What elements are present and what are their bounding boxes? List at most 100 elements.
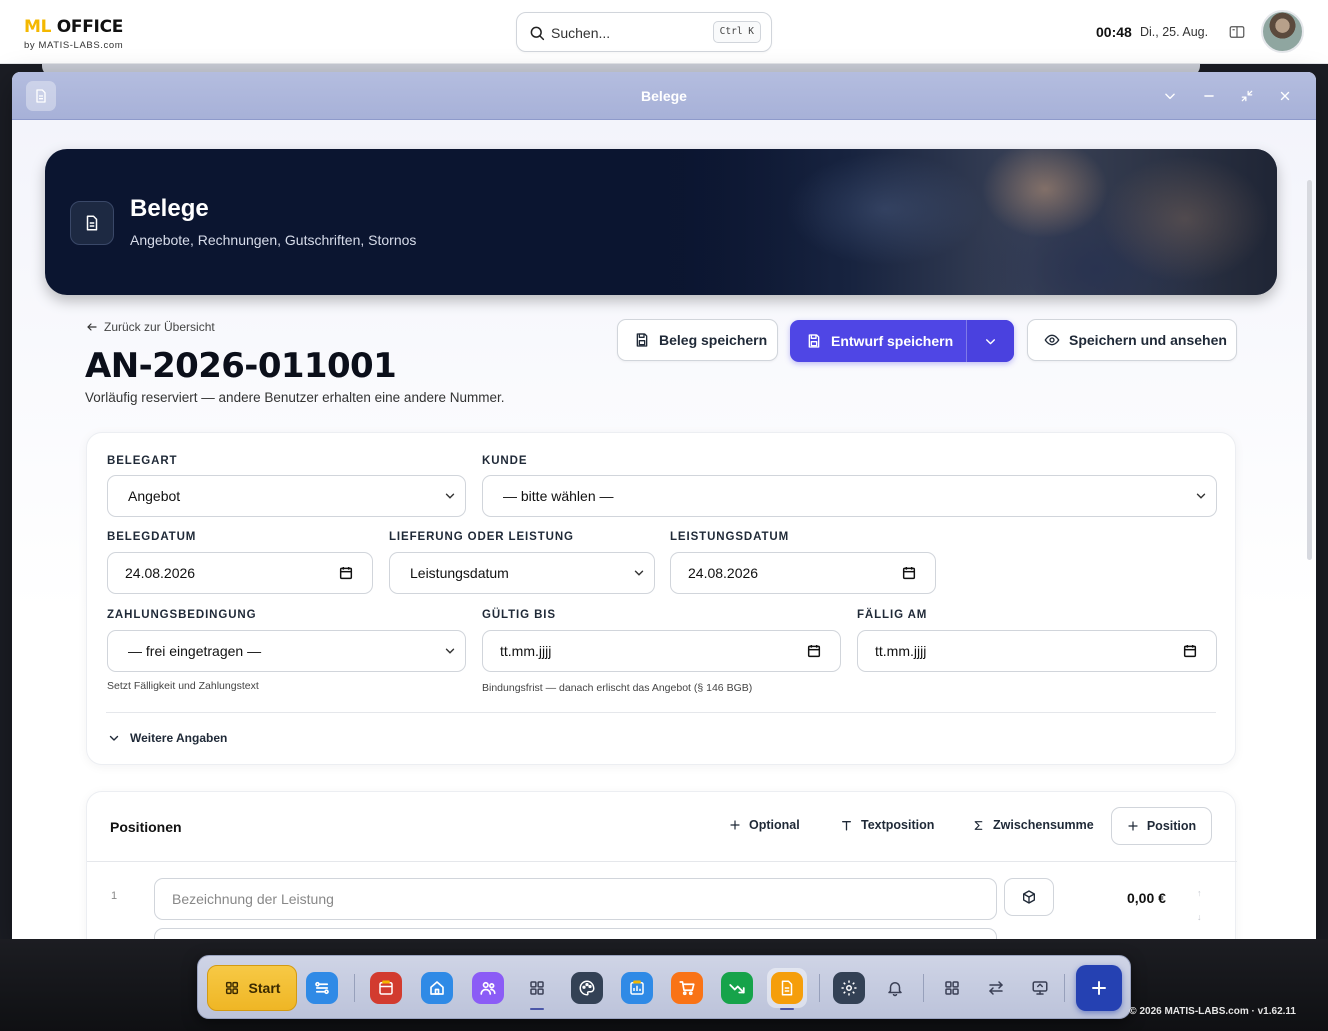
gueltig-hint: Bindungsfrist — danach erlischt das Ange… [482, 682, 753, 694]
belegart-label: BELEGART [107, 455, 178, 467]
document-icon [70, 201, 114, 245]
screen-share-icon[interactable] [1024, 972, 1056, 1004]
chevron-down-icon [634, 570, 644, 576]
kunde-label: KUNDE [482, 455, 528, 467]
more-details-label: Weitere Angaben [130, 731, 228, 745]
switch-icon[interactable] [980, 972, 1012, 1004]
save-draft-button-group: Entwurf speichern [790, 320, 1014, 362]
arrow-left-icon [87, 323, 97, 331]
book-icon[interactable] [1228, 23, 1246, 41]
widgets-icon[interactable] [936, 972, 968, 1004]
hero-banner: Belege Angebote, Rechnungen, Gutschrifte… [45, 149, 1277, 295]
gueltig-bis-input[interactable]: tt.mm.jjjj [482, 630, 841, 672]
plus-icon [730, 820, 740, 830]
belegdatum-input[interactable]: 24.08.2026 [107, 552, 373, 594]
bell-icon[interactable] [879, 972, 911, 1004]
search-icon [530, 26, 545, 41]
zahlungsbedingung-select[interactable]: — frei eingetragen — [107, 630, 466, 672]
contacts-app-icon[interactable] [472, 972, 504, 1004]
hero-title: Belege [130, 195, 209, 222]
position-amount: 0,00 € [1127, 890, 1166, 906]
logo-accent: ML [24, 17, 52, 37]
plus-icon [1128, 821, 1138, 831]
position-description-input[interactable] [154, 878, 997, 920]
back-link[interactable]: Zurück zur Übersicht [86, 320, 215, 334]
restore-icon[interactable] [1237, 86, 1257, 106]
lieferung-label: LIEFERUNG ODER LEISTUNG [389, 531, 574, 543]
more-details-toggle[interactable]: Weitere Angaben [108, 731, 227, 745]
faellig-am-input[interactable]: tt.mm.jjjj [857, 630, 1217, 672]
settings-icon[interactable] [833, 972, 865, 1004]
save-icon [808, 334, 820, 348]
chevron-down-icon [1196, 493, 1206, 499]
global-search[interactable]: Ctrl K [516, 12, 772, 52]
leistungsdatum-input[interactable]: 24.08.2026 [670, 552, 936, 594]
belegart-select[interactable]: Angebot [107, 475, 466, 517]
add-position-button[interactable]: Position [1111, 807, 1212, 845]
position-detail-input[interactable] [154, 928, 997, 939]
positions-card: Positionen Optional Textposition Zwische… [86, 791, 1237, 939]
add-subtotal-button[interactable]: Zwischensumme [972, 818, 1094, 832]
add-textposition-button[interactable]: Textposition [840, 818, 934, 832]
logo-text: OFFICE [51, 17, 124, 37]
quick-add-button[interactable] [1076, 965, 1122, 1011]
clock-time: 00:48 [1096, 24, 1132, 40]
calendar-icon[interactable] [806, 643, 822, 659]
save-button-label: Beleg speichern [659, 332, 768, 348]
user-avatar[interactable] [1261, 10, 1304, 53]
window-titlebar[interactable]: Belege [12, 72, 1316, 120]
calendar-icon[interactable] [338, 565, 354, 581]
chevron-down-icon [445, 493, 455, 499]
minimize-icon[interactable] [1199, 86, 1219, 106]
scrollbar[interactable] [1307, 180, 1312, 560]
logo-subtitle: by MATIS-LABS.com [24, 40, 124, 51]
chevron-down-icon[interactable] [1160, 86, 1180, 106]
start-button[interactable]: Start [207, 965, 297, 1011]
document-note: Vorläufig reserviert — andere Benutzer e… [85, 390, 505, 405]
search-shortcut: Ctrl K [712, 21, 761, 43]
finance-app-icon[interactable] [721, 972, 753, 1004]
clock-date: Di., 25. Aug. [1140, 25, 1209, 39]
position-number: 1 [111, 890, 118, 902]
back-link-label: Zurück zur Übersicht [104, 320, 215, 334]
calendar-icon[interactable] [901, 565, 917, 581]
start-label: Start [248, 980, 281, 996]
reorder-handle-icon[interactable]: ↑ ↓ [1197, 887, 1202, 923]
grid-icon [225, 981, 238, 995]
save-draft-label: Entwurf speichern [831, 333, 954, 349]
lieferung-select[interactable]: Leistungsdatum [389, 552, 655, 594]
plus-icon [1092, 981, 1106, 995]
top-bar: ML OFFICE by MATIS-LABS.com Ctrl K 00:48… [0, 0, 1328, 64]
reports-app-icon[interactable] [621, 972, 653, 1004]
save-button[interactable]: Beleg speichern [617, 319, 778, 361]
save-and-view-button[interactable]: Speichern und ansehen [1027, 319, 1237, 361]
form-divider [106, 712, 1216, 713]
kunde-select[interactable]: — bitte wählen — [482, 475, 1217, 517]
window-content: Belege Angebote, Rechnungen, Gutschrifte… [12, 120, 1316, 939]
chevron-down-icon [986, 338, 995, 344]
save-and-view-label: Speichern und ansehen [1069, 332, 1227, 348]
gueltig-label: GÜLTIG BIS [482, 609, 556, 621]
workflow-app-icon[interactable] [306, 972, 338, 1004]
calendar-app-icon[interactable] [370, 972, 402, 1004]
hero-subtitle: Angebote, Rechnungen, Gutschriften, Stor… [130, 232, 417, 248]
zahlung-hint: Setzt Fälligkeit und Zahlungstext [107, 680, 259, 692]
article-picker-button[interactable] [1004, 878, 1054, 916]
belege-app-icon[interactable] [771, 972, 803, 1004]
document-number: AN-2026-011001 [85, 346, 397, 386]
app-logo[interactable]: ML OFFICE by MATIS-LABS.com [24, 17, 123, 51]
close-icon[interactable] [1275, 86, 1295, 106]
shop-app-icon[interactable] [671, 972, 703, 1004]
copyright-text: © 2026 MATIS-LABS.com · v1.62.11 [1129, 1006, 1296, 1017]
save-options-dropdown[interactable] [966, 320, 1014, 362]
calendar-icon[interactable] [1182, 643, 1198, 659]
save-draft-button[interactable]: Entwurf speichern [790, 320, 966, 362]
home-app-icon[interactable] [421, 972, 453, 1004]
search-input[interactable] [551, 22, 711, 44]
eye-icon [1044, 334, 1060, 346]
add-optional-button[interactable]: Optional [729, 818, 800, 832]
palette-app-icon[interactable] [571, 972, 603, 1004]
window-title: Belege [641, 88, 687, 104]
leistungsdatum-label: LEISTUNGSDATUM [670, 531, 790, 543]
apps-grid-icon[interactable] [521, 972, 553, 1004]
